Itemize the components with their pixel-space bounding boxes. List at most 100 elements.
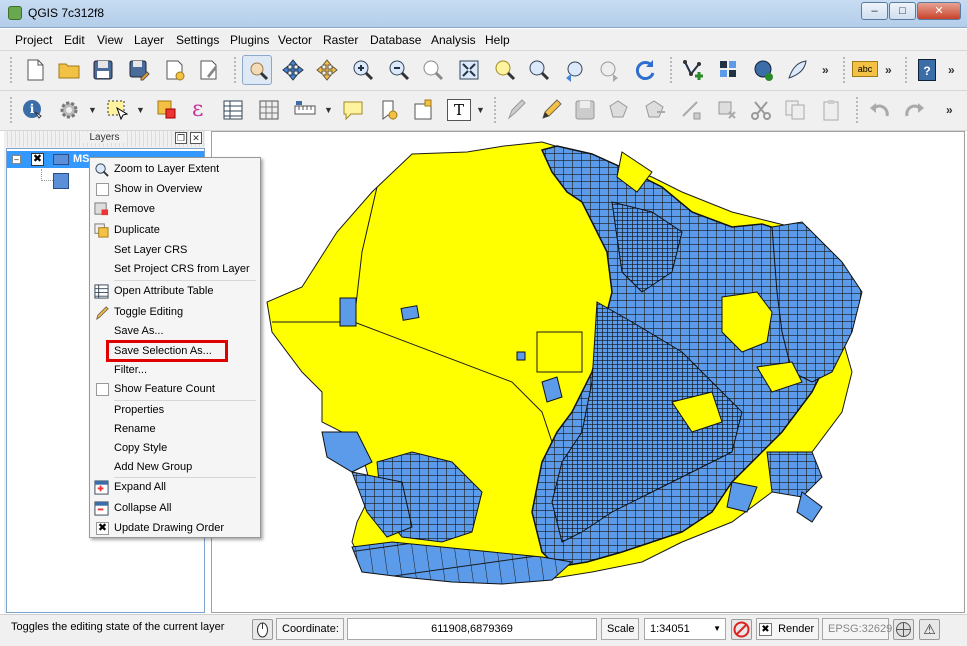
- save-layer-edits-button[interactable]: [570, 95, 600, 125]
- menu-help[interactable]: Help: [485, 33, 510, 47]
- layer-visibility-checkbox[interactable]: ✖: [31, 153, 44, 166]
- add-postgis-layer-button[interactable]: [748, 55, 778, 85]
- menu-edit[interactable]: Edit: [64, 33, 85, 47]
- render-toggle[interactable]: ✖ Render: [756, 618, 819, 640]
- close-panel-button[interactable]: ✕: [190, 132, 202, 144]
- zoom-actual-size-button[interactable]: [418, 55, 448, 85]
- new-spatialite-layer-button[interactable]: [714, 55, 744, 85]
- pan-map-button[interactable]: [242, 55, 272, 85]
- toggle-extents-icon[interactable]: [252, 619, 273, 640]
- menu-item-remove[interactable]: Remove: [90, 200, 260, 219]
- menu-project[interactable]: Project: [15, 33, 52, 47]
- node-tool-button[interactable]: [676, 95, 706, 125]
- open-project-button[interactable]: [54, 55, 84, 85]
- menu-item-duplicate[interactable]: Duplicate: [90, 221, 260, 240]
- close-button[interactable]: ✕: [917, 2, 961, 20]
- select-by-expression-button[interactable]: ε: [184, 95, 214, 125]
- crs-globe-icon[interactable]: [893, 619, 914, 640]
- zoom-to-layer-button[interactable]: [524, 55, 554, 85]
- toolbar-more-icon[interactable]: »: [946, 103, 953, 117]
- toolbar-more-icon[interactable]: »: [822, 63, 829, 77]
- menu-item-update-drawing-order[interactable]: ✖ Update Drawing Order: [90, 519, 260, 538]
- menu-item-show-feature-count[interactable]: Show Feature Count: [90, 380, 260, 399]
- text-annotation-button[interactable]: T: [444, 95, 474, 125]
- add-delimited-text-button[interactable]: [782, 55, 812, 85]
- undo-button[interactable]: [864, 95, 894, 125]
- legend-symbol[interactable]: [53, 173, 69, 189]
- map-canvas[interactable]: [211, 131, 965, 613]
- measure-dropdown-icon[interactable]: ▼: [324, 105, 333, 115]
- refresh-button[interactable]: [630, 55, 660, 85]
- copy-features-button[interactable]: [780, 95, 810, 125]
- measure-line-button[interactable]: [290, 95, 320, 125]
- scale-dropdown-icon[interactable]: ▼: [713, 619, 721, 639]
- run-feature-action-button[interactable]: [54, 95, 84, 125]
- layer-expander[interactable]: –: [12, 155, 21, 164]
- menu-item-add-new-group[interactable]: Add New Group: [90, 458, 260, 477]
- toolbar-more-icon[interactable]: »: [948, 63, 955, 77]
- menu-item-properties[interactable]: Properties: [90, 401, 260, 420]
- menu-item-toggle-editing[interactable]: Toggle Editing: [90, 303, 260, 322]
- menu-settings[interactable]: Settings: [176, 33, 219, 47]
- help-button[interactable]: ?: [912, 55, 942, 85]
- menu-plugins[interactable]: Plugins: [230, 33, 269, 47]
- open-attribute-table-button[interactable]: [218, 95, 248, 125]
- zoom-to-selection-button[interactable]: [490, 55, 520, 85]
- delete-selected-button[interactable]: [712, 95, 742, 125]
- pan-to-selection-button[interactable]: [278, 55, 308, 85]
- redo-button[interactable]: [900, 95, 930, 125]
- move-feature-button[interactable]: [640, 95, 670, 125]
- float-panel-button[interactable]: ❐: [175, 132, 187, 144]
- current-edits-button[interactable]: [502, 95, 532, 125]
- menu-item-zoom-to-layer-extent[interactable]: Zoom to Layer Extent: [90, 160, 260, 179]
- identify-features-button[interactable]: i: [18, 95, 48, 125]
- composer-manager-button[interactable]: [194, 55, 224, 85]
- show-feature-count-checkbox[interactable]: [96, 383, 109, 396]
- toolbar-grip[interactable]: [10, 57, 12, 85]
- menu-item-set-layer-crs[interactable]: Set Layer CRS: [90, 241, 260, 260]
- deselect-features-button[interactable]: [152, 95, 182, 125]
- menu-item-filter[interactable]: Filter...: [90, 361, 260, 380]
- zoom-last-button[interactable]: [560, 55, 590, 85]
- select-dropdown-icon[interactable]: ▼: [136, 105, 145, 115]
- select-features-button[interactable]: [102, 95, 132, 125]
- menu-layer[interactable]: Layer: [134, 33, 164, 47]
- map-tips-button[interactable]: [338, 95, 368, 125]
- save-project-button[interactable]: [88, 55, 118, 85]
- zoom-next-button[interactable]: [594, 55, 624, 85]
- menu-analysis[interactable]: Analysis: [431, 33, 476, 47]
- new-print-composer-button[interactable]: [160, 55, 190, 85]
- show-bookmarks-button[interactable]: [408, 95, 438, 125]
- menu-view[interactable]: View: [97, 33, 123, 47]
- zoom-out-button[interactable]: [384, 55, 414, 85]
- new-shapefile-layer-button[interactable]: [678, 55, 708, 85]
- action-dropdown-icon[interactable]: ▼: [88, 105, 97, 115]
- scale-combobox[interactable]: 1:34051 ▼: [644, 618, 726, 640]
- paste-features-button[interactable]: [816, 95, 846, 125]
- layer-name[interactable]: MS: [73, 153, 90, 165]
- messages-warning-icon[interactable]: ⚠: [919, 619, 940, 640]
- show-in-overview-checkbox[interactable]: [96, 183, 109, 196]
- render-checkbox[interactable]: ✖: [759, 622, 772, 636]
- label-tool-button[interactable]: abc: [850, 55, 880, 85]
- annotation-dropdown-icon[interactable]: ▼: [476, 105, 485, 115]
- crs-status-button[interactable]: EPSG:32629: [822, 618, 892, 640]
- toggle-editing-button[interactable]: [536, 95, 566, 125]
- menu-database[interactable]: Database: [370, 33, 421, 47]
- zoom-full-button[interactable]: [454, 55, 484, 85]
- menu-item-rename[interactable]: Rename: [90, 420, 260, 439]
- menu-item-set-project-crs[interactable]: Set Project CRS from Layer: [90, 260, 260, 279]
- layers-panel-header[interactable]: Layers ❐ ✕: [4, 131, 205, 147]
- menu-raster[interactable]: Raster: [323, 33, 358, 47]
- zoom-in-button[interactable]: [348, 55, 378, 85]
- new-bookmark-button[interactable]: [374, 95, 404, 125]
- menu-item-show-in-overview[interactable]: Show in Overview: [90, 180, 260, 199]
- save-as-project-button[interactable]: [124, 55, 154, 85]
- menu-item-save-as[interactable]: Save As...: [90, 322, 260, 341]
- add-feature-button[interactable]: [604, 95, 634, 125]
- menu-item-collapse-all[interactable]: Collapse All: [90, 499, 260, 518]
- pan-selection-button[interactable]: [312, 55, 342, 85]
- menu-item-copy-style[interactable]: Copy Style: [90, 439, 260, 458]
- coordinate-field[interactable]: 611908,6879369: [347, 618, 597, 640]
- update-order-checkbox[interactable]: ✖: [96, 522, 109, 535]
